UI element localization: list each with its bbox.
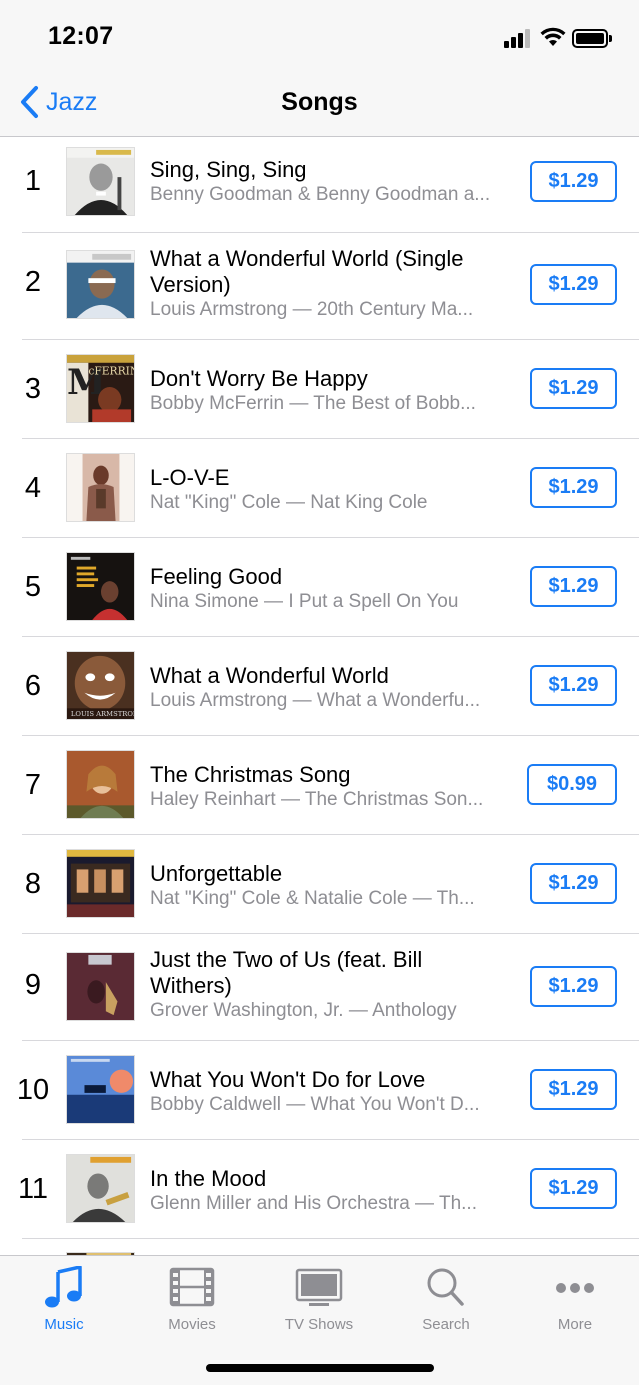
svg-text:LOUIS ARMSTRONG: LOUIS ARMSTRONG — [71, 710, 134, 718]
album-artwork: McFERRIN — [66, 354, 135, 423]
song-rank: 7 — [24, 769, 42, 801]
song-row[interactable]: 2 What a Wonderful World (Single Version… — [0, 232, 639, 340]
song-title: L-O-V-E — [150, 465, 230, 490]
buy-price-button[interactable]: $1.29 — [530, 966, 617, 1007]
song-row[interactable]: 7 The Christmas Song Haley Reinhart — Th… — [0, 735, 639, 835]
buy-price-button[interactable]: $1.29 — [530, 566, 617, 607]
wifi-icon — [540, 27, 566, 46]
song-title: Don't Worry Be Happy — [150, 366, 368, 391]
song-subtitle: Haley Reinhart — The Christmas Son... — [150, 789, 484, 810]
home-indicator[interactable] — [206, 1364, 434, 1372]
song-row[interactable]: 11 In the Mood Glenn Miller and His Orch… — [0, 1139, 639, 1239]
navigation-bar: Jazz Songs — [0, 70, 639, 137]
album-artwork — [66, 1055, 135, 1124]
buy-price-button[interactable]: $1.29 — [530, 1069, 617, 1110]
album-artwork — [66, 750, 135, 819]
song-subtitle: Bobby McFerrin — The Best of Bobb... — [150, 393, 476, 414]
song-row[interactable]: 3 McFERRIN Don't Worry Be Happy Bobby Mc… — [0, 339, 639, 439]
buy-price-button[interactable]: $1.29 — [530, 665, 617, 706]
song-rank: 9 — [24, 969, 42, 1001]
song-row[interactable]: 9 Just the Two of Us (feat. Bill Withers… — [0, 933, 639, 1041]
album-artwork — [66, 552, 135, 621]
buy-price-button[interactable]: $1.29 — [530, 161, 617, 202]
buy-price-button[interactable]: $1.29 — [530, 863, 617, 904]
tab-movies[interactable]: Movies — [132, 1266, 252, 1336]
song-rank: 4 — [24, 472, 42, 504]
song-rank: 3 — [24, 373, 42, 405]
song-list[interactable]: 1 Sing, Sing, Sing Benny Goodman & Benny… — [0, 137, 639, 1255]
song-title: Sing, Sing, Sing — [150, 157, 307, 182]
song-subtitle: Glenn Miller and His Orchestra — Th... — [150, 1193, 477, 1214]
song-title: What You Won't Do for Love — [150, 1067, 426, 1092]
song-subtitle: Nat "King" Cole & Natalie Cole — Th... — [150, 888, 475, 909]
song-rank: 8 — [24, 868, 42, 900]
song-subtitle: Grover Washington, Jr. — Anthology — [150, 1000, 457, 1021]
song-rank: 6 — [24, 670, 42, 702]
battery-icon — [572, 29, 612, 49]
cellular-signal-icon — [504, 28, 534, 48]
status-time: 12:07 — [48, 22, 114, 50]
song-subtitle: Louis Armstrong — What a Wonderfu... — [150, 690, 481, 711]
song-subtitle: Benny Goodman & Benny Goodman a... — [150, 184, 491, 205]
more-icon — [556, 1283, 594, 1293]
status-bar: 12:07 — [0, 0, 639, 70]
song-row[interactable]: 10 What You Won't Do for Love Bobby Cald… — [0, 1040, 639, 1140]
song-row[interactable]: 4 L-O-V-E Nat "King" Cole — Nat King Col… — [0, 438, 639, 538]
album-artwork — [66, 250, 135, 319]
buy-price-button[interactable]: $1.29 — [530, 264, 617, 305]
buy-price-button[interactable]: $1.29 — [530, 368, 617, 409]
music-note-icon — [45, 1266, 82, 1308]
song-row[interactable]: 1 Sing, Sing, Sing Benny Goodman & Benny… — [0, 137, 639, 233]
tab-label: Movies — [168, 1316, 216, 1333]
song-title: What a Wonderful World (Single Version) — [150, 246, 464, 297]
tv-icon — [295, 1268, 343, 1306]
buy-price-button[interactable]: $1.29 — [530, 467, 617, 508]
song-rank: 2 — [24, 266, 42, 298]
song-rank: 10 — [16, 1074, 50, 1106]
song-subtitle: Nat "King" Cole — Nat King Cole — [150, 492, 428, 513]
song-rank: 5 — [24, 571, 42, 603]
song-title: In the Mood — [150, 1166, 267, 1191]
song-subtitle: Bobby Caldwell — What You Won't D... — [150, 1094, 480, 1115]
album-artwork — [66, 849, 135, 918]
song-title: What a Wonderful World — [150, 663, 389, 688]
tab-search[interactable]: Search — [386, 1266, 506, 1336]
tab-label: TV Shows — [284, 1316, 354, 1333]
tab-tv-shows[interactable]: TV Shows — [259, 1266, 379, 1336]
buy-price-button[interactable]: $1.29 — [530, 1168, 617, 1209]
song-title: Feeling Good — [150, 564, 283, 589]
song-title: Just the Two of Us (feat. Bill Withers) — [150, 947, 423, 998]
page-title: Songs — [281, 88, 358, 116]
song-title: Unforgettable — [150, 861, 283, 886]
album-artwork: LOUIS ARMSTRONG — [66, 651, 135, 720]
tab-music[interactable]: Music — [4, 1266, 124, 1336]
tab-label: More — [557, 1316, 593, 1333]
tab-more[interactable]: More — [515, 1266, 635, 1336]
song-row[interactable] — [0, 1238, 639, 1255]
song-title: The Christmas Song — [150, 762, 351, 787]
album-artwork — [66, 1154, 135, 1223]
album-artwork — [66, 952, 135, 1021]
song-row[interactable]: 6 LOUIS ARMSTRONG What a Wonderful World… — [0, 636, 639, 736]
album-artwork — [66, 453, 135, 522]
song-rank: 11 — [17, 1173, 49, 1205]
song-rank: 1 — [24, 165, 42, 197]
song-row[interactable]: 8 Unforgettable Nat "King" Cole & Natali… — [0, 834, 639, 934]
film-icon — [169, 1267, 215, 1307]
song-subtitle: Louis Armstrong — 20th Century Ma... — [150, 299, 474, 320]
buy-price-button[interactable]: $0.99 — [527, 764, 617, 805]
search-icon — [427, 1268, 464, 1306]
album-artwork — [66, 147, 135, 216]
song-subtitle: Nina Simone — I Put a Spell On You — [150, 591, 459, 612]
tab-label: Search — [422, 1316, 470, 1333]
tab-label: Music — [44, 1316, 84, 1333]
svg-text:cFERRIN: cFERRIN — [88, 364, 134, 377]
song-row[interactable]: 5 Feeling Good Nina Simone — I Put a Spe… — [0, 537, 639, 637]
